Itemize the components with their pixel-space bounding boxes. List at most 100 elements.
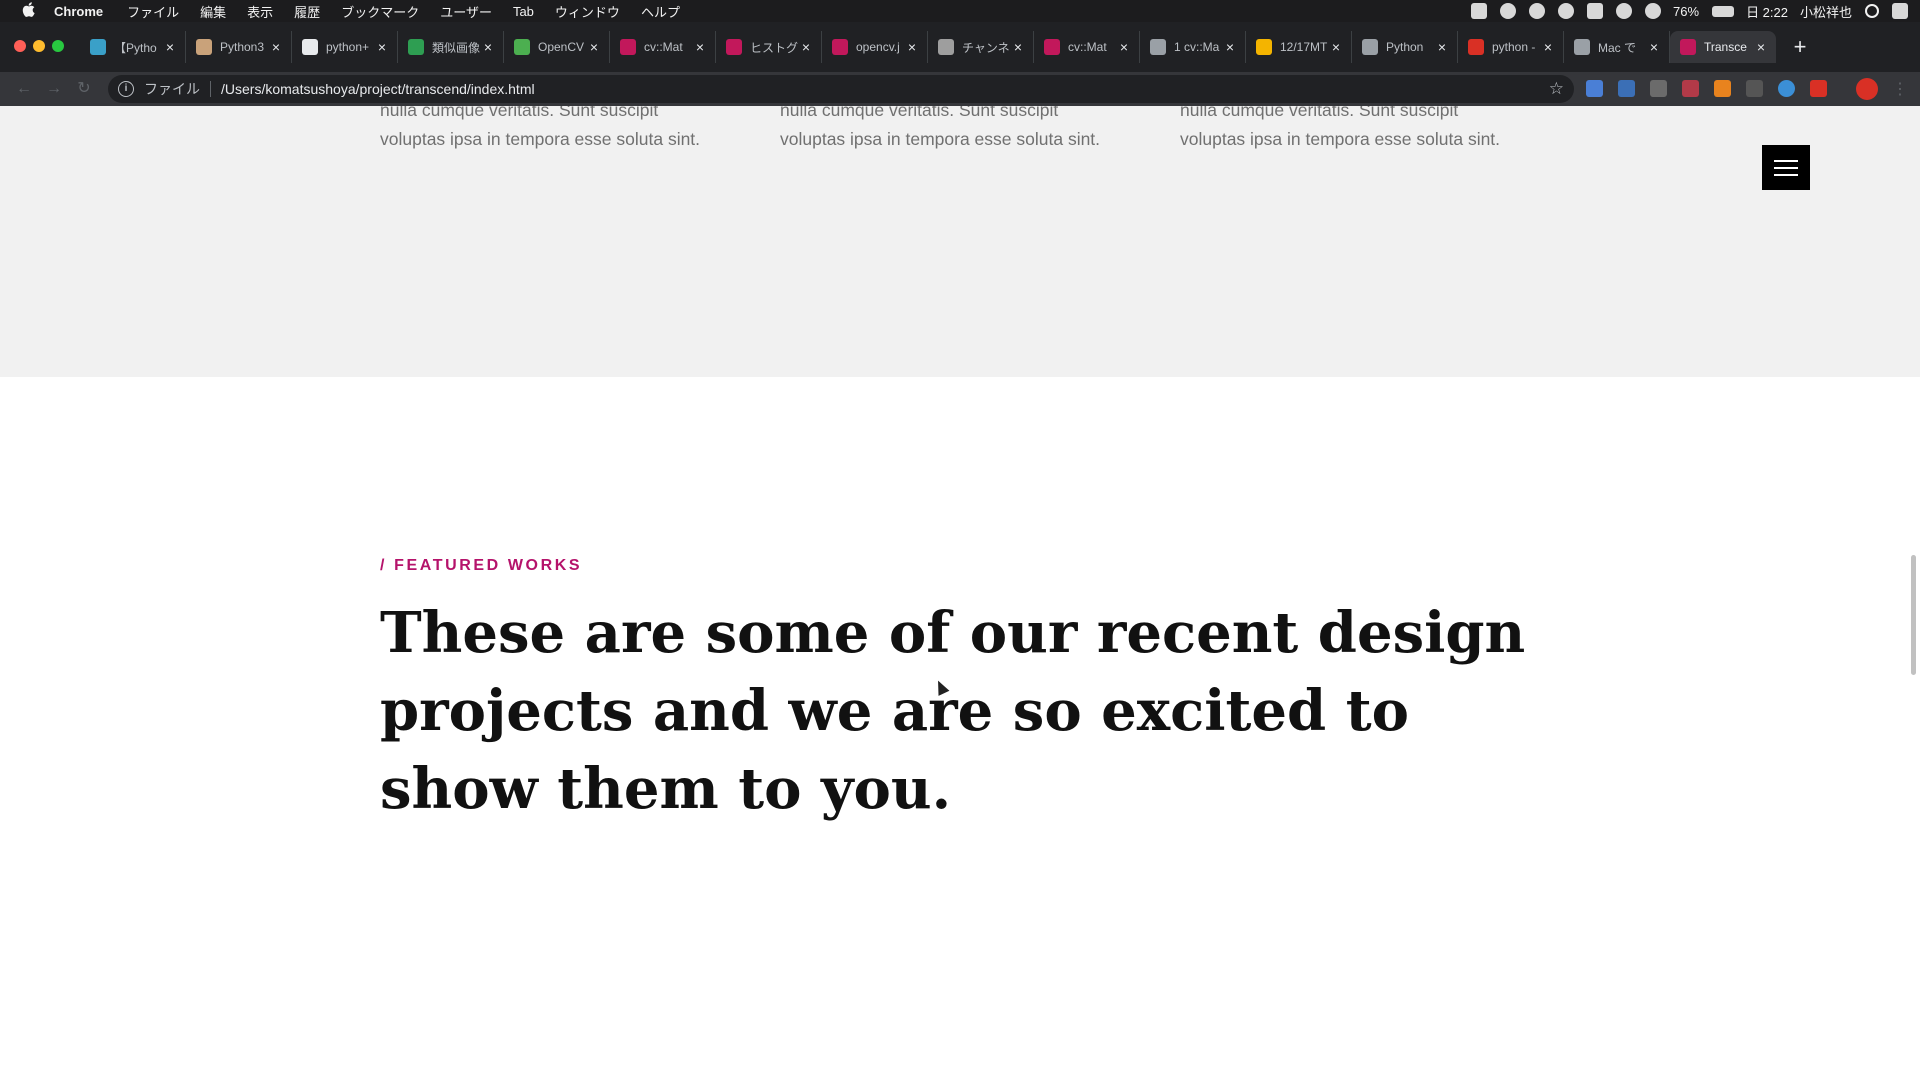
tab-favicon-icon (196, 39, 212, 55)
browser-tab[interactable]: Python × (1352, 31, 1458, 63)
tab-close-icon[interactable]: × (905, 39, 919, 55)
tab-close-icon[interactable]: × (481, 39, 495, 55)
tab-title: 1 cv::Ma (1174, 40, 1220, 54)
menu-view[interactable]: 表示 (247, 2, 273, 21)
tab-close-icon[interactable]: × (375, 39, 389, 55)
tab-close-icon[interactable]: × (1541, 39, 1555, 55)
tab-title: Python (1386, 40, 1424, 54)
menu-history[interactable]: 履歴 (294, 2, 320, 21)
tab-close-icon[interactable]: × (693, 39, 707, 55)
clock[interactable]: 日 2:22 (1746, 2, 1788, 21)
menu-bookmarks[interactable]: ブックマーク (341, 2, 419, 21)
menu-tab[interactable]: Tab (513, 4, 534, 19)
browser-tab[interactable]: 1 cv::Ma × (1140, 31, 1246, 63)
gif-extension-icon[interactable] (1682, 80, 1699, 97)
tab-close-icon[interactable]: × (1011, 39, 1025, 55)
hamburger-bar (1774, 160, 1798, 162)
browser-tab[interactable]: 12/17MT × (1246, 31, 1352, 63)
browser-tab[interactable]: OpenCV × (504, 31, 610, 63)
tab-close-icon[interactable]: × (587, 39, 601, 55)
grammarly-icon[interactable] (1500, 3, 1517, 19)
window-minimize-button[interactable] (33, 40, 45, 52)
services-section: nulla cumque veritatis. Sunt suscipit vo… (0, 106, 1920, 377)
bluetooth-icon[interactable] (1616, 3, 1633, 19)
tab-title: cv::Mat (1068, 40, 1107, 54)
hamburger-menu-button[interactable] (1762, 145, 1810, 190)
browser-tab-strip: 【Pytho × Python3 × python+ × 類似画像 × OpenCV × cv::M… (0, 22, 1920, 72)
menu-edit[interactable]: 編集 (200, 2, 226, 21)
profile-avatar[interactable] (1856, 78, 1878, 100)
extension-icons (1586, 80, 1842, 97)
browser-tab[interactable]: python+ × (292, 31, 398, 63)
tab-title: Mac で (1598, 40, 1637, 55)
menu-file[interactable]: ファイル (127, 2, 179, 21)
record-icon[interactable] (1471, 3, 1488, 19)
browser-tab[interactable]: opencv.j × (822, 31, 928, 63)
tab-close-icon[interactable]: × (163, 39, 177, 55)
menu-user[interactable]: ユーザー (440, 2, 492, 21)
battery-percent[interactable]: 76% (1673, 4, 1699, 19)
metamask-extension-icon[interactable] (1714, 80, 1731, 97)
page-scrollbar-thumb[interactable] (1911, 555, 1916, 675)
back-arrow-icon[interactable]: ← (14, 79, 34, 99)
browser-tab[interactable]: Transce × (1670, 31, 1776, 63)
tab-close-icon[interactable]: × (1754, 39, 1768, 55)
browser-tab[interactable]: 【Pytho × (80, 31, 186, 63)
tab-close-icon[interactable]: × (269, 39, 283, 55)
address-separator (210, 81, 211, 97)
address-bar[interactable]: i ファイル /Users/komatsushoya/project/trans… (108, 75, 1574, 103)
wifi-icon[interactable] (1645, 3, 1662, 19)
browser-tab[interactable]: チャンネ × (928, 31, 1034, 63)
browser-tab[interactable]: ヒストグ × (716, 31, 822, 63)
macos-menu-bar: Chrome ファイル 編集 表示 履歴 ブックマーク ユーザー Tab ウィン… (0, 0, 1920, 22)
tab-close-icon[interactable]: × (1435, 39, 1449, 55)
tab-title: opencv.j (856, 40, 900, 54)
notification-center-icon[interactable] (1892, 3, 1908, 19)
reload-icon[interactable]: ↻ (74, 79, 94, 99)
translate-extension-icon[interactable] (1586, 80, 1603, 97)
tab-close-icon[interactable]: × (1329, 39, 1343, 55)
browser-tab[interactable]: Mac で × (1564, 31, 1670, 63)
tab-favicon-icon (1150, 39, 1166, 55)
chrome-menu-icon[interactable]: ⋮ (1892, 79, 1908, 99)
tab-close-icon[interactable]: × (1647, 39, 1661, 55)
menu-app-name[interactable]: Chrome (54, 4, 103, 19)
spotlight-search-icon[interactable] (1865, 4, 1879, 18)
dictionary-extension-icon[interactable] (1618, 80, 1635, 97)
window-zoom-button[interactable] (52, 40, 64, 52)
input-method-icon[interactable] (1587, 3, 1604, 19)
browser-tab[interactable]: python - × (1458, 31, 1564, 63)
tab-close-icon[interactable]: × (1117, 39, 1131, 55)
bookmark-star-icon[interactable]: ☆ (1549, 79, 1564, 99)
network-extension-icon[interactable] (1778, 80, 1795, 97)
tab-close-icon[interactable]: × (799, 39, 813, 55)
tab-close-icon[interactable]: × (1223, 39, 1237, 55)
forward-arrow-icon[interactable]: → (44, 79, 64, 99)
menu-help[interactable]: ヘルプ (641, 2, 680, 21)
battery-icon[interactable] (1712, 5, 1735, 17)
browser-tab[interactable]: cv::Mat × (1034, 31, 1140, 63)
browser-tab[interactable]: Python3 × (186, 31, 292, 63)
tab-favicon-icon (1362, 39, 1378, 55)
browser-tab[interactable]: cv::Mat × (610, 31, 716, 63)
tab-favicon-icon (620, 39, 636, 55)
apple-menu-icon[interactable] (20, 1, 36, 21)
address-url[interactable]: /Users/komatsushoya/project/transcend/in… (221, 81, 1549, 97)
site-info-icon[interactable]: i (118, 81, 134, 97)
selenium-extension-icon[interactable] (1746, 80, 1763, 97)
new-tab-button[interactable]: + (1786, 33, 1814, 61)
cloud-sync-icon[interactable] (1558, 3, 1575, 19)
current-user[interactable]: 小松祥也 (1800, 2, 1852, 21)
youtube-extension-icon[interactable] (1810, 80, 1827, 97)
address-scheme-label: ファイル (144, 81, 200, 97)
leaf-icon[interactable] (1529, 3, 1546, 19)
tab-title: チャンネ (962, 40, 1010, 55)
browser-tab[interactable]: 類似画像 × (398, 31, 504, 63)
tab-title: OpenCV (538, 40, 585, 54)
menu-window[interactable]: ウィンドウ (555, 2, 620, 21)
screenshot-extension-icon[interactable] (1650, 80, 1667, 97)
tab-favicon-icon (90, 39, 106, 55)
window-close-button[interactable] (14, 40, 26, 52)
tab-favicon-icon (726, 39, 742, 55)
page-viewport: nulla cumque veritatis. Sunt suscipit vo… (0, 106, 1920, 1080)
